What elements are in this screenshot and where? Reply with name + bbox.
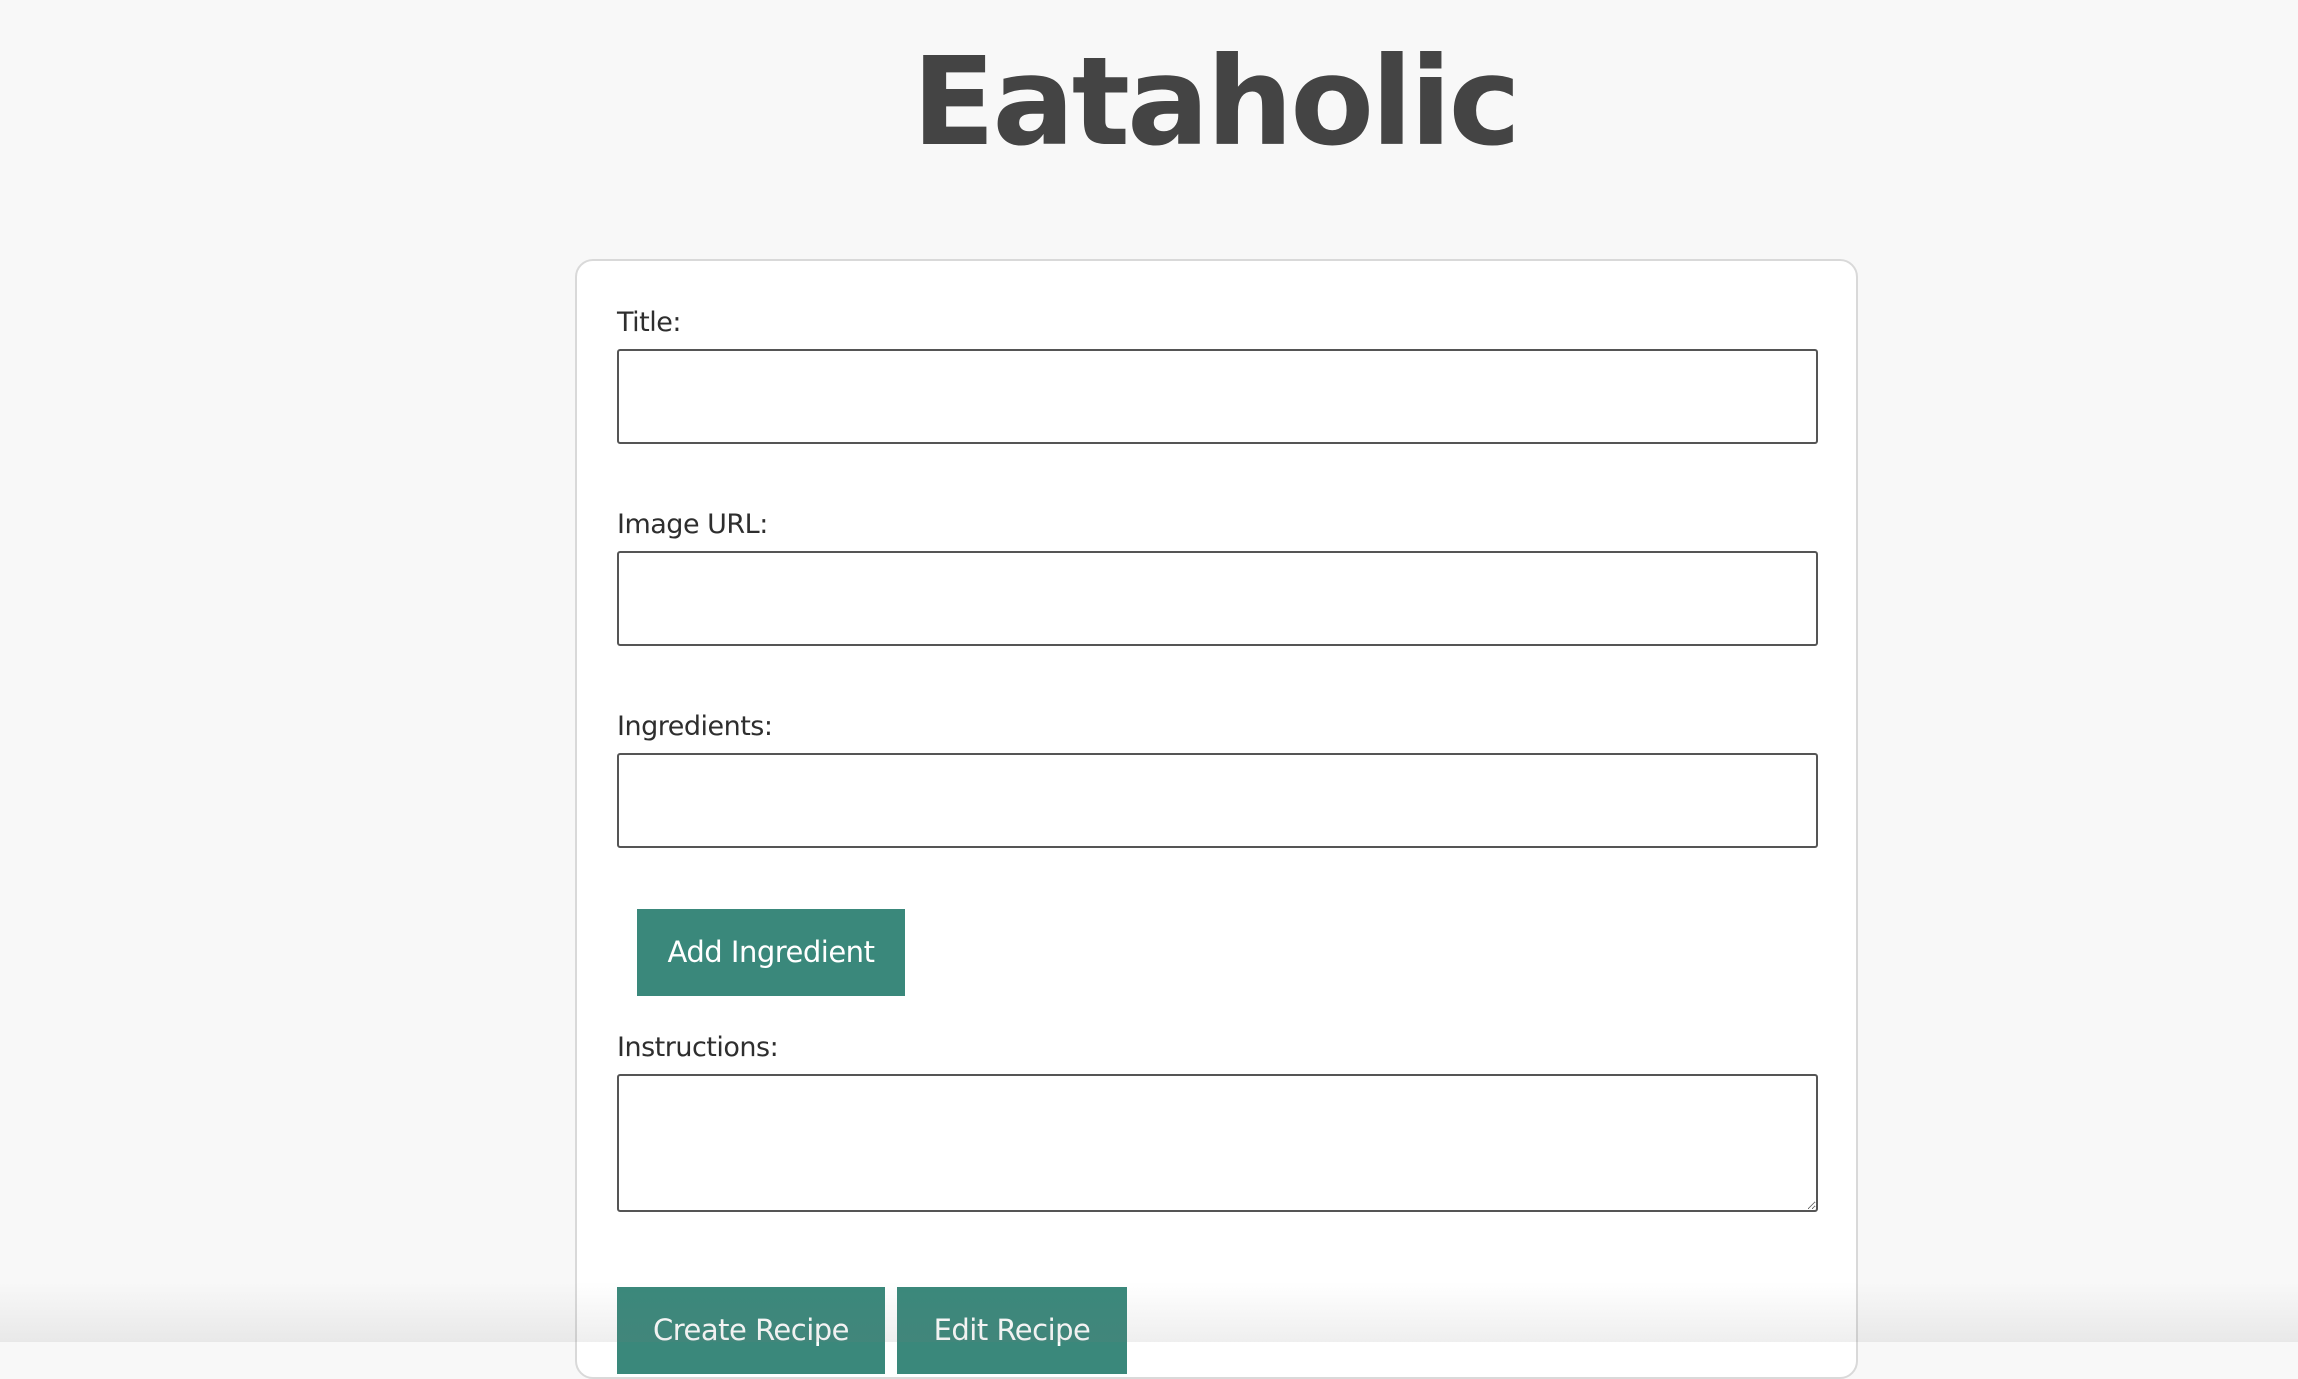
image-url-input[interactable] (617, 551, 1818, 646)
recipe-form: Title: Image URL: Ingredients: Add Ingre… (575, 259, 1858, 1379)
add-ingredient-button[interactable]: Add Ingredient (637, 909, 905, 996)
site-title: Eataholic (912, 31, 1521, 173)
create-recipe-button[interactable]: Create Recipe (617, 1287, 885, 1374)
title-input[interactable] (617, 349, 1818, 444)
title-label: Title: (617, 307, 681, 338)
edit-recipe-button[interactable]: Edit Recipe (897, 1287, 1127, 1374)
ingredients-input[interactable] (617, 753, 1818, 848)
instructions-textarea[interactable] (617, 1074, 1818, 1212)
image-url-label: Image URL: (617, 509, 768, 540)
ingredients-label: Ingredients: (617, 711, 773, 742)
instructions-label: Instructions: (617, 1032, 779, 1063)
